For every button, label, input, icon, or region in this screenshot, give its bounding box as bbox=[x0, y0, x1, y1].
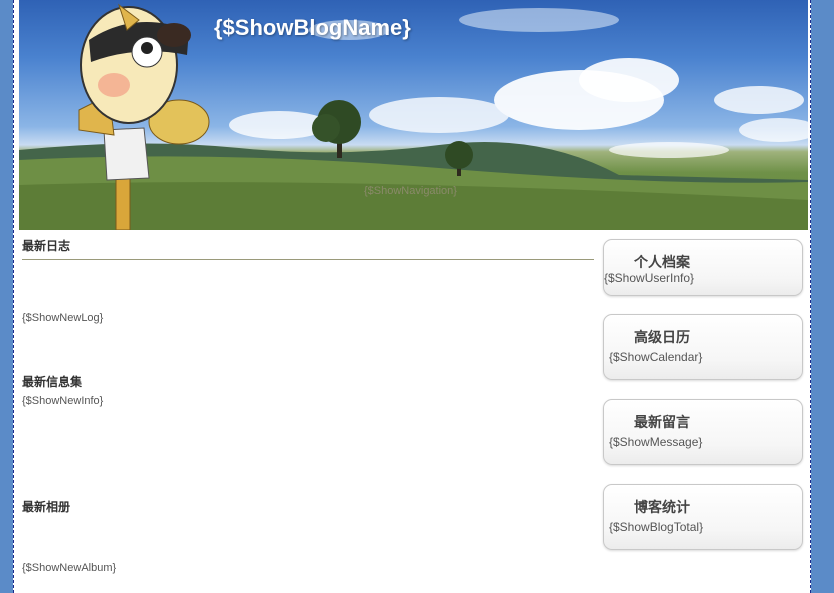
new-album-placeholder: {$ShowNewAlbum} bbox=[22, 562, 117, 574]
navigation-placeholder[interactable]: {$ShowNavigation} bbox=[364, 185, 457, 197]
profile-content: {$ShowUserInfo} bbox=[604, 271, 695, 285]
blog-name-title: {$ShowBlogName} bbox=[214, 15, 411, 40]
new-info-placeholder: {$ShowNewInfo} bbox=[22, 395, 104, 407]
messages-content: {$ShowMessage} bbox=[609, 435, 703, 449]
calendar-content: {$ShowCalendar} bbox=[609, 350, 703, 364]
sidebar-box-profile: 个人档案 {$ShowUserInfo} bbox=[603, 239, 803, 296]
new-log-placeholder: {$ShowNewLog} bbox=[22, 312, 104, 324]
sidebar-box-calendar: 高级日历 {$ShowCalendar} bbox=[603, 314, 803, 380]
section-divider bbox=[22, 259, 594, 260]
header-banner: {$ShowBlogName} {$ShowNavigation} bbox=[19, 0, 808, 230]
sidebar-box-stats: 博客统计 {$ShowBlogTotal} bbox=[603, 484, 803, 550]
page-container: {$ShowBlogName} {$ShowNavigation} 最新日志 {… bbox=[13, 0, 811, 593]
stats-content: {$ShowBlogTotal} bbox=[609, 520, 704, 534]
profile-title: 个人档案 bbox=[634, 255, 690, 271]
sidebar-box-messages: 最新留言 {$ShowMessage} bbox=[603, 399, 803, 465]
messages-title: 最新留言 bbox=[634, 415, 690, 431]
section-title-new-log: 最新日志 bbox=[22, 239, 71, 253]
stats-title: 博客统计 bbox=[634, 500, 690, 516]
calendar-title: 高级日历 bbox=[634, 330, 690, 346]
section-title-new-album: 最新相册 bbox=[22, 500, 71, 514]
section-title-new-info: 最新信息集 bbox=[22, 375, 83, 389]
